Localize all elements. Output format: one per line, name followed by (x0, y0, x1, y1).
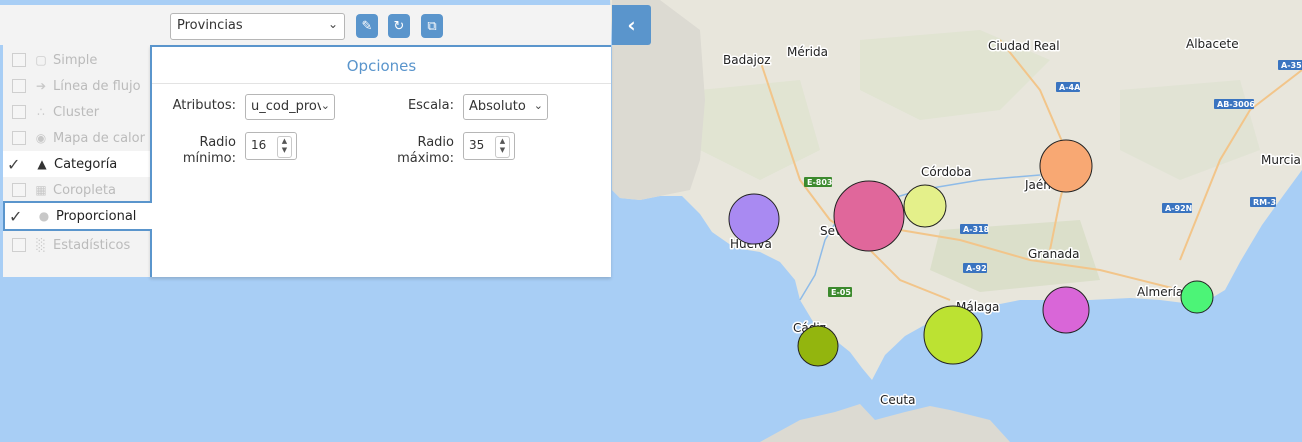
sidebar-item-label: Línea de flujo (53, 78, 141, 94)
place-label: Córdoba (921, 165, 971, 179)
svg-text:A-4A: A-4A (1059, 83, 1081, 92)
svg-text:E-05: E-05 (831, 288, 851, 297)
road-sign: AB-3006 (1214, 99, 1255, 109)
sidebar-item-label: Simple (53, 52, 98, 68)
radio-min-label: Radio mínimo: (182, 135, 236, 166)
sidebar-item-heatmap[interactable]: ◉ Mapa de calor (3, 125, 150, 151)
radio-max-label: Radio máximo: (397, 135, 454, 166)
place-label: Almería (1137, 285, 1183, 299)
reset-icon: ↻ (393, 18, 405, 34)
svg-text:A-92: A-92 (966, 264, 987, 273)
radio-min-input[interactable]: 16 ▲ ▼ (245, 132, 297, 160)
copy-icon: ⧉ (427, 18, 437, 34)
category-icon: ▲ (37, 157, 47, 171)
place-label: Murcia (1261, 153, 1301, 167)
place-label: Albacete (1186, 37, 1239, 51)
place-label: Mérida (787, 45, 828, 59)
check-icon: ✓ (9, 206, 23, 226)
checkbox[interactable] (12, 79, 26, 93)
symbol-huelva (728, 193, 780, 245)
sidebar-item-label: Categoría (54, 156, 118, 172)
svg-text:A-318: A-318 (963, 225, 990, 234)
options-panel: Opciones Atributos: u_cod_prov ⌄ Escala:… (150, 45, 611, 277)
road-sign: RM-3 (1250, 197, 1276, 207)
svg-text:RM-3: RM-3 (1253, 198, 1276, 207)
proportional-icon: ● (38, 209, 50, 223)
symbol-malaga (923, 305, 983, 365)
sidebar-item-proportional[interactable]: ✓ ● Proporcional (3, 201, 152, 231)
layer-select-value: Provincias (177, 18, 243, 33)
road-sign: E-803 (804, 177, 832, 187)
sidebar-item-cluster[interactable]: ∴ Cluster (3, 99, 150, 125)
copy-button[interactable]: ⧉ (421, 14, 443, 38)
escala-value: Absoluto (469, 99, 526, 114)
sidebar-item-label: Cluster (53, 104, 100, 120)
choropleth-icon: ▦ (35, 183, 47, 197)
atributos-value: u_cod_prov (251, 99, 325, 114)
sidebar-item-label: Coropleta (53, 182, 116, 198)
place-label: Ceuta (880, 393, 915, 407)
atributos-select[interactable]: u_cod_prov ⌄ (245, 94, 335, 120)
chevron-down-icon: ⌄ (533, 99, 543, 112)
panel-title: Opciones (152, 47, 611, 84)
svg-text:E-803: E-803 (807, 178, 832, 187)
checkbox[interactable] (12, 238, 26, 252)
atributos-label: Atributos: (172, 98, 236, 113)
arrow-icon: ➔ (35, 79, 47, 93)
check-icon: ✓ (7, 154, 21, 174)
svg-text:AB-3006: AB-3006 (1217, 100, 1255, 109)
simple-icon: ▢ (35, 53, 47, 67)
sidebar-item-statistics[interactable]: ░ Estadísticos (3, 232, 150, 258)
sidebar-item-label: Proporcional (56, 208, 137, 224)
place-label: Granada (1028, 247, 1080, 261)
symbol-sevilla (833, 180, 905, 252)
symbol-almeria (1180, 280, 1214, 314)
reset-button[interactable]: ↻ (388, 14, 410, 38)
checkbox[interactable] (12, 53, 26, 67)
cluster-icon: ∴ (37, 105, 45, 119)
analysis-type-sidebar: ▢ Simple ➔ Línea de flujo ∴ Cluster ◉ Ma… (3, 45, 152, 277)
sidebar-item-label: Mapa de calor (53, 130, 145, 146)
sidebar-item-simple[interactable]: ▢ Simple (3, 47, 150, 73)
spinner-icon[interactable]: ▲ ▼ (495, 136, 510, 158)
chevron-down-icon: ⌄ (327, 17, 338, 31)
heatmap-icon: ◉ (35, 131, 47, 145)
symbol-granada (1042, 286, 1090, 334)
road-sign: A-35 (1278, 60, 1302, 70)
place-label: Badajoz (723, 53, 771, 67)
place-label: Ciudad Real (988, 39, 1060, 53)
road-sign: E-05 (828, 287, 852, 297)
brush-icon: ✎ (361, 18, 373, 34)
collapse-panel-button[interactable]: ‹ (612, 5, 651, 45)
symbol-cadiz (797, 325, 839, 367)
symbol-jaen (1039, 139, 1093, 193)
chevron-down-icon: ⌄ (320, 99, 330, 112)
radio-min-value: 16 (251, 138, 267, 152)
sidebar-item-flow-line[interactable]: ➔ Línea de flujo (3, 73, 150, 99)
stats-icon: ░ (36, 238, 46, 252)
sidebar-item-label: Estadísticos (53, 237, 131, 253)
road-sign: A-92 (963, 263, 987, 273)
symbol-cordoba (903, 184, 947, 228)
road-sign: A-4A (1056, 82, 1081, 92)
checkbox[interactable] (12, 183, 26, 197)
chevron-left-icon: ‹ (627, 13, 636, 37)
svg-text:A-35: A-35 (1281, 61, 1302, 70)
checkbox[interactable] (12, 131, 26, 145)
escala-select[interactable]: Absoluto ⌄ (463, 94, 548, 120)
svg-text:A-92N: A-92N (1165, 204, 1192, 213)
radio-max-value: 35 (469, 138, 485, 152)
sidebar-item-choropleth[interactable]: ▦ Coropleta (3, 177, 150, 203)
layer-select[interactable]: Provincias ⌄ (170, 13, 345, 40)
radio-max-input[interactable]: 35 ▲ ▼ (463, 132, 515, 160)
escala-label: Escala: (407, 98, 454, 113)
spinner-icon[interactable]: ▲ ▼ (277, 136, 292, 158)
toolbar: Provincias ⌄ ✎ ↻ ⧉ (0, 5, 611, 45)
brush-button[interactable]: ✎ (356, 14, 378, 38)
sidebar-item-category[interactable]: ✓ ▲ Categoría (3, 151, 150, 177)
checkbox[interactable] (12, 105, 26, 119)
road-sign: A-92N (1162, 203, 1192, 213)
road-sign: A-318 (960, 224, 990, 234)
